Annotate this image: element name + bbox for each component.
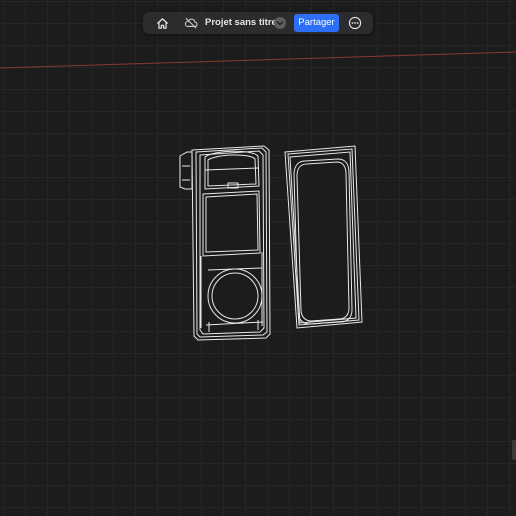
project-title[interactable]: Projet sans titre xyxy=(205,12,277,34)
frame-part[interactable] xyxy=(284,145,363,329)
cloud-offline-icon xyxy=(184,17,198,29)
more-options-button[interactable] xyxy=(346,14,364,32)
chevron-down-icon xyxy=(276,21,284,26)
more-options-icon xyxy=(348,16,362,30)
cloud-sync-button[interactable] xyxy=(181,14,201,32)
home-icon xyxy=(156,17,168,29)
side-panel-handle[interactable] xyxy=(512,440,516,460)
share-button[interactable]: Partager xyxy=(294,14,339,32)
top-toolbar: Projet sans titre Partager xyxy=(143,12,373,34)
project-menu-button[interactable] xyxy=(274,17,286,29)
model-scene[interactable] xyxy=(0,0,516,516)
3d-viewport-canvas[interactable] xyxy=(0,0,516,516)
home-button[interactable] xyxy=(152,14,172,32)
main-housing-part[interactable] xyxy=(179,145,271,341)
